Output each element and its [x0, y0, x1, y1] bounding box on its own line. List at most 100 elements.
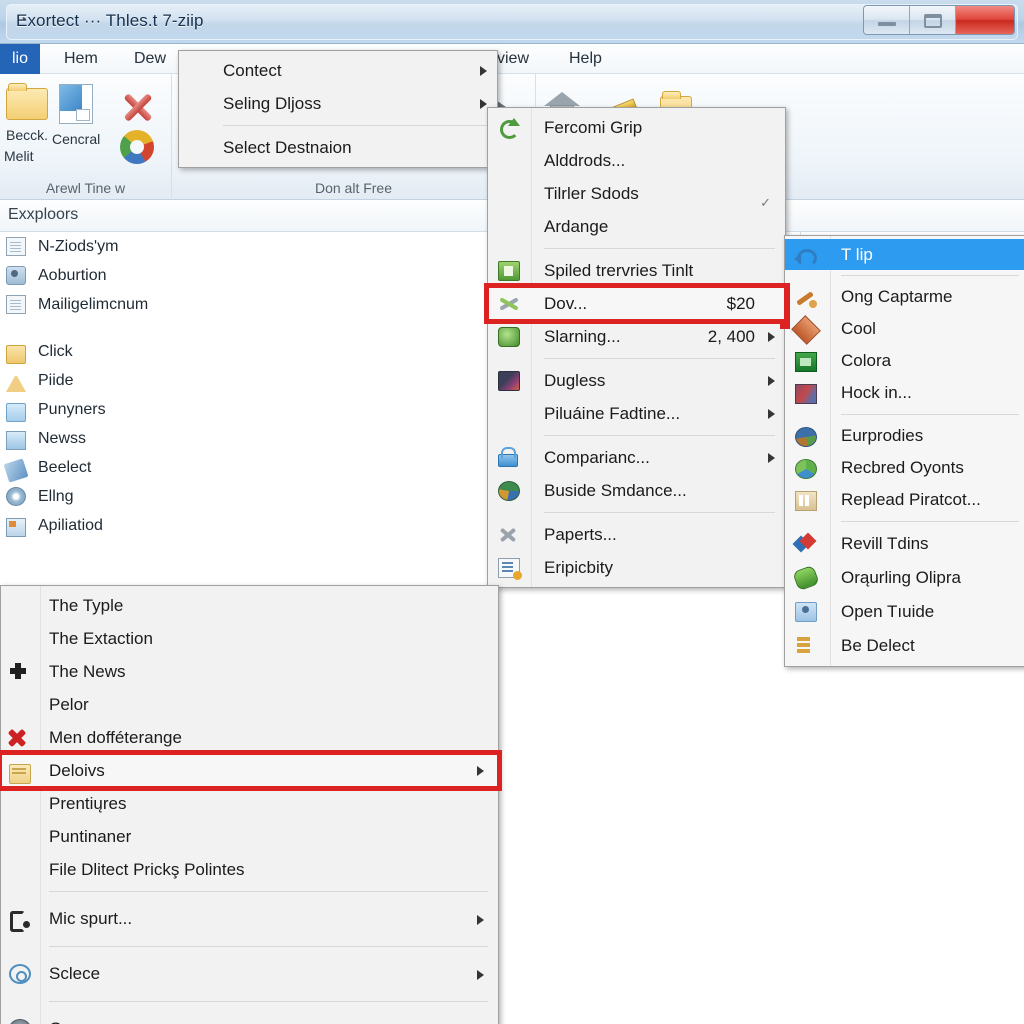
menubar-item-file[interactable]: lio: [0, 44, 41, 74]
sidebar-item-8[interactable]: Ellng: [0, 482, 250, 511]
right-menu-item-1[interactable]: Ong Captarme: [785, 281, 1024, 313]
toolbar-button-central-label: Cencral: [52, 131, 101, 147]
bottom-menu-item-4[interactable]: Men dofféterange: [1, 721, 498, 754]
top-submenu-item-2[interactable]: Select Destnaion: [179, 131, 497, 164]
bottom-menu-item-6[interactable]: Prentiųres: [1, 787, 498, 820]
close-button[interactable]: [956, 6, 1014, 34]
top-submenu-item-0-label: Contect: [223, 61, 282, 80]
explorer-sidebar: N-Ziodsʹym Aoburtion Mailigelimcnum Clic…: [0, 232, 250, 582]
center-menu-item-8[interactable]: Piluáine Fadtine...: [488, 397, 785, 430]
title-bar: ◔ Exortect ··· Thles.t 7-ziip: [0, 0, 1024, 44]
folder-icon: [6, 83, 48, 120]
sidebar-item-7[interactable]: Beelect: [0, 453, 250, 483]
bottom-menu-item-2[interactable]: The News: [1, 655, 498, 688]
sidebar-item-6[interactable]: Newss: [0, 424, 250, 453]
menu-separator: [544, 512, 775, 513]
menubar-item-help[interactable]: Help: [557, 44, 614, 74]
document-icon: [6, 295, 26, 314]
chevron-right-icon: [477, 970, 484, 980]
center-menu-item-5-label: Dov...: [544, 294, 588, 313]
sidebar-item-0[interactable]: N-Ziodsʹym: [0, 232, 250, 261]
chevron-right-icon: [768, 376, 775, 386]
sidebar-item-9-label: Apiliatiod: [38, 517, 103, 534]
sidebar-item-9[interactable]: Apiliatiod: [0, 511, 250, 540]
sidebar-item-2-label: Mailigelimcnum: [38, 296, 149, 313]
center-menu-item-0-label: Fercomi Grip: [544, 118, 643, 137]
right-menu-item-5[interactable]: Eurprodies: [785, 420, 1024, 452]
toolbar-button-melit[interactable]: Melit: [4, 146, 34, 164]
center-menu-item-2[interactable]: Tilrler Sdods ✓: [488, 177, 785, 210]
bottom-menu-item-7[interactable]: Puntinaner: [1, 820, 498, 853]
maximize-button[interactable]: [910, 6, 956, 34]
center-menu-item-8-label: Piluáine Fadtine...: [544, 404, 681, 423]
menu-separator: [223, 125, 487, 126]
sidebar-item-2[interactable]: Mailigelimcnum: [0, 290, 250, 319]
globe-icon: [498, 481, 520, 501]
right-menu-item-10[interactable]: Open Tıuide: [785, 595, 1024, 629]
document-blue-icon: [59, 84, 94, 124]
bottom-menu-item-0-label: The Typle: [49, 596, 124, 615]
center-menu-item-5[interactable]: Dov... $20: [484, 283, 789, 324]
menu-separator: [841, 275, 1019, 276]
right-menu-item-4[interactable]: Hock in...: [785, 377, 1024, 409]
top-submenu-item-0[interactable]: Contect: [179, 54, 497, 87]
sidebar-item-1-label: Aoburtion: [38, 267, 107, 284]
paper-x-icon: [498, 525, 520, 545]
right-menu-item-2[interactable]: Cool: [785, 313, 1024, 345]
menu-separator: [544, 435, 775, 436]
bottom-menu-item-3[interactable]: Pelor: [1, 688, 498, 721]
tools-icon: [498, 294, 520, 314]
sidebar-item-4[interactable]: Piide: [0, 366, 250, 395]
green-arrow-icon: [498, 118, 520, 139]
center-menu-item-9[interactable]: Comparianc...: [488, 441, 785, 474]
bottom-menu-item-11[interactable]: Opаr: [1, 1007, 498, 1024]
bottom-menu-item-9[interactable]: Mic ѕpurt...: [1, 897, 498, 941]
bottom-menu-item-10-label: Sclece: [49, 964, 101, 983]
sidebar-item-3[interactable]: Click: [0, 337, 250, 366]
minimize-button[interactable]: [864, 6, 910, 34]
menubar-item-edit[interactable]: Hem: [52, 44, 110, 74]
toolbar-button-delete[interactable]: [118, 88, 156, 131]
center-menu-item-3[interactable]: Ardange: [488, 210, 785, 243]
top-submenu-item-1[interactable]: Seling Dljoss: [179, 87, 497, 120]
center-menu-item-10[interactable]: Buside Smdance...: [488, 474, 785, 507]
bottom-menu-item-5[interactable]: Deloivs: [0, 750, 502, 791]
toolbar-button-central[interactable]: Cencral: [52, 84, 100, 147]
right-menu-item-7[interactable]: Replead Piratcot...: [785, 484, 1024, 516]
bottom-menu-item-8[interactable]: File Dlitect Prickş Polintes: [1, 853, 498, 886]
building-icon: [795, 491, 817, 511]
menu-separator: [49, 891, 488, 892]
menu-separator: [49, 1001, 488, 1002]
top-submenu-item-2-label: Select Destnaion: [223, 138, 352, 157]
sidebar-item-0-label: N-Ziodsʹym: [38, 238, 119, 255]
center-menu-item-11[interactable]: Paperts...: [488, 518, 785, 551]
bottom-menu-item-0[interactable]: The Typle: [1, 589, 498, 622]
center-menu-item-6[interactable]: Slarning... 2, 400: [488, 320, 785, 353]
bottom-menu-item-1[interactable]: The Extaction: [1, 622, 498, 655]
ribbon-group-left: Becck. Melit Cencral Arewl Tine w: [0, 74, 172, 200]
sidebar-item-1[interactable]: Aoburtion: [0, 261, 250, 290]
right-menu-item-3[interactable]: Colora: [785, 345, 1024, 377]
sidebar-item-6-label: Newss: [38, 430, 87, 447]
right-menu-item-9[interactable]: Orąurling Olipra: [785, 561, 1024, 595]
center-menu-item-12[interactable]: Eripicbity: [488, 551, 785, 584]
menubar-item-view[interactable]: Dew: [122, 44, 178, 74]
bottom-menu-item-5-label: Deloivs: [49, 761, 105, 780]
bottom-menu-item-10[interactable]: Sclece: [1, 952, 498, 996]
center-menu-item-6-label: Slarning...: [544, 327, 621, 346]
center-menu-item-4[interactable]: Spiled trervries Tinlt: [488, 254, 785, 287]
toolbar-button-extract[interactable]: Becck.: [6, 83, 48, 143]
right-menu-item-11-label: Be Delect: [841, 636, 915, 655]
center-menu-item-1[interactable]: Alddrods...: [488, 144, 785, 177]
toolbar-button-wheel[interactable]: [120, 130, 154, 169]
right-menu-item-6[interactable]: Recbred Oyonts: [785, 452, 1024, 484]
center-menu-item-7[interactable]: Dugless: [488, 364, 785, 397]
right-menu-item-1-label: Ong Captarme: [841, 287, 953, 306]
sidebar-item-5[interactable]: Punyners: [0, 395, 250, 424]
right-menu-item-8[interactable]: Revill Tdins: [785, 527, 1024, 561]
right-context-menu: T lip Ong Captarme Cool Colora Hock in..…: [784, 235, 1024, 667]
right-menu-item-11[interactable]: Be Delect: [785, 629, 1024, 663]
right-menu-item-0[interactable]: T lip: [785, 239, 1024, 270]
center-menu-item-0[interactable]: Fercomi Grip: [488, 111, 785, 144]
earth-icon: [795, 427, 817, 447]
